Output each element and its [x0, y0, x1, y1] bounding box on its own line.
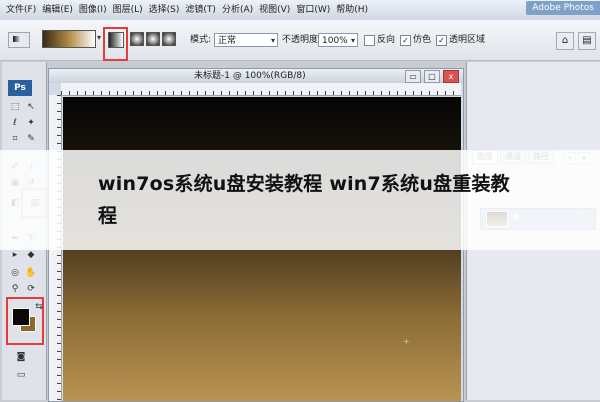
angle-gradient-icon[interactable] — [146, 32, 160, 46]
reverse-option[interactable]: 反向 — [364, 33, 395, 47]
menu-layer[interactable]: 图层(L) — [113, 2, 143, 18]
gradient-type-group — [130, 32, 176, 46]
opacity-label: 不透明度: — [282, 35, 322, 45]
bridge-icon[interactable]: ▤ — [578, 32, 596, 50]
quick-mask-icon[interactable]: ◙ — [14, 350, 28, 364]
transparency-label: 透明区域 — [449, 35, 486, 45]
transparency-option[interactable]: ✓ 透明区域 — [436, 33, 485, 47]
rotate-view-tool-icon[interactable]: ⟳ — [24, 282, 38, 296]
transparency-checkbox[interactable]: ✓ — [436, 34, 447, 46]
close-button[interactable]: x — [443, 70, 459, 83]
marquee-tool-icon[interactable]: ⬚ — [8, 100, 22, 114]
workspace-icon[interactable]: ⌂ — [556, 32, 574, 50]
dither-checkbox[interactable]: ✓ — [400, 34, 411, 46]
dither-option[interactable]: ✓ 仿色 — [400, 33, 431, 47]
radial-gradient-icon[interactable] — [130, 32, 144, 46]
gradient-swatch[interactable] — [42, 30, 96, 48]
horizontal-ruler[interactable] — [61, 83, 461, 96]
3d-tool-icon[interactable]: ◎ — [8, 266, 22, 280]
gradient-tool-preset-icon[interactable] — [8, 32, 30, 48]
menu-analysis[interactable]: 分析(A) — [222, 2, 253, 18]
menu-view[interactable]: 视图(V) — [259, 2, 290, 18]
reflected-gradient-icon[interactable] — [162, 32, 176, 46]
menu-window[interactable]: 窗口(W) — [296, 2, 330, 18]
minimize-button[interactable]: ▭ — [405, 70, 421, 83]
menu-bar: 文件(F) 编辑(E) 图像(I) 图层(L) 选择(S) 滤镜(T) 分析(A… — [0, 0, 600, 21]
maximize-button[interactable]: □ — [424, 70, 440, 83]
eyedropper-tool-icon[interactable]: ✎ — [24, 132, 38, 146]
document-titlebar[interactable]: 未标题-1 @ 100%(RGB/8) ▭ □ x — [49, 69, 463, 83]
crop-tool-icon[interactable]: ⌗ — [8, 132, 22, 146]
foreground-color-swatch[interactable] — [12, 308, 30, 326]
chevron-down-icon[interactable]: ▾ — [95, 33, 103, 43]
menu-edit[interactable]: 编辑(E) — [42, 2, 73, 18]
banner-title: win7os系统u盘安装教程 win7系统u盘重装教程 — [98, 173, 510, 227]
mode-select[interactable]: 正常 — [214, 33, 278, 48]
lasso-tool-icon[interactable]: ℓ — [8, 116, 22, 130]
magic-wand-tool-icon[interactable]: ✦ — [24, 116, 38, 130]
path-select-tool-icon[interactable]: ▸ — [8, 248, 22, 262]
dither-label: 仿色 — [413, 35, 432, 45]
hand-tool-icon[interactable]: ✋ — [24, 266, 38, 280]
ps-logo: Ps — [8, 80, 32, 96]
document-title: 未标题-1 @ 100%(RGB/8) — [194, 71, 306, 81]
menu-select[interactable]: 选择(S) — [149, 2, 180, 18]
menu-list: 文件(F) 编辑(E) 图像(I) 图层(L) 选择(S) 滤镜(T) 分析(A… — [6, 2, 368, 18]
crosshair-marker: + — [403, 337, 410, 346]
zoom-tool-icon[interactable]: ⚲ — [8, 282, 22, 296]
mode-label: 模式: — [190, 35, 212, 45]
window-controls: ▭ □ x — [405, 70, 459, 83]
linear-gradient-icon[interactable] — [108, 32, 124, 48]
shape-tool-icon[interactable]: ◆ — [24, 248, 38, 262]
app-title: Adobe Photos — [526, 1, 600, 15]
menu-image[interactable]: 图像(I) — [79, 2, 107, 18]
reverse-checkbox[interactable] — [364, 34, 375, 46]
menu-help[interactable]: 帮助(H) — [336, 2, 368, 18]
opacity-field[interactable]: 100% — [318, 33, 358, 48]
move-tool-icon[interactable]: ↖ — [24, 100, 38, 114]
menu-filter[interactable]: 滤镜(T) — [185, 2, 216, 18]
screen-mode-icon[interactable]: ▭ — [14, 368, 28, 382]
reverse-label: 反向 — [377, 35, 396, 45]
swap-colors-icon[interactable]: ⇆ — [32, 300, 46, 314]
menu-file[interactable]: 文件(F) — [6, 2, 36, 18]
